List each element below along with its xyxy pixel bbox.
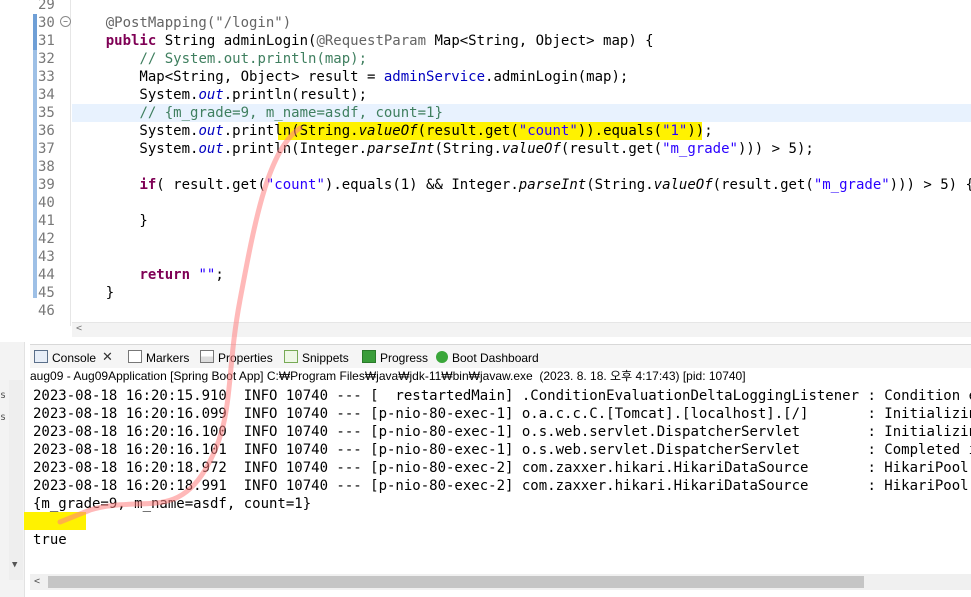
console-line: 2023-08-18 16:20:16.099 INFO 10740 --- [… [33,406,971,422]
console-line: 2023-08-18 16:20:18.991 INFO 10740 --- [… [33,478,971,494]
scroll-left-arrow-icon[interactable]: < [76,323,82,334]
scroll-left-arrow-icon[interactable]: < [34,576,40,587]
console-line: 2023-08-18 16:20:18.972 INFO 10740 --- [… [33,460,971,476]
line-number: 38 [38,159,55,175]
scroll-down-arrow-icon[interactable]: ▼ [12,560,17,570]
code-line[interactable] [72,248,971,266]
gutter-divider [70,0,71,326]
line-number: 42 [38,231,55,247]
code-line[interactable] [72,230,971,248]
console-line: 2023-08-18 16:20:16.100 INFO 10740 --- [… [33,424,971,440]
code-line[interactable]: if( result.get("count").equals(1) && Int… [72,176,971,194]
console-launch-header: aug09 - Aug09Application [Spring Boot Ap… [30,368,971,384]
code-line[interactable] [72,158,971,176]
code-line[interactable]: System.out.println(Integer.parseInt(Stri… [72,140,971,158]
snippets-icon [284,350,298,363]
console-yellow-highlight [24,512,86,530]
left-console-scrollbar[interactable] [9,380,23,580]
console-line: true [33,532,67,548]
change-marker [33,50,37,298]
line-number: 44 [38,267,55,283]
tab-progress[interactable]: Progress [362,349,428,367]
code-line[interactable] [72,194,971,212]
tab-boot-dashboard[interactable]: Boot Dashboard [436,349,539,367]
properties-icon [200,350,214,363]
console-output[interactable]: 2023-08-18 16:20:15.910 INFO 10740 --- [… [30,384,971,574]
line-number: 34 [38,87,55,103]
line-number: 41 [38,213,55,229]
fold-toggle-icon[interactable]: − [60,16,71,27]
console-icon [34,350,48,363]
line-number: 31 [38,33,55,49]
code-line[interactable]: } [72,284,971,302]
code-line[interactable]: public String adminLogin(@RequestParam M… [72,32,971,50]
tab-console[interactable]: Console [34,349,96,367]
code-line[interactable]: } [72,212,971,230]
line-number: 45 [38,285,55,301]
console-line: {m_grade=9, m_name=asdf, count=1} [33,496,312,512]
console-horizontal-scrollbar[interactable]: < [30,574,971,590]
view-tab-bar: Console ✕ Markers Properties Snippets Pr… [30,344,971,369]
tab-snippets[interactable]: Snippets [284,349,349,367]
line-number: 32 [38,51,55,67]
line-number: 29 [38,0,55,13]
code-line[interactable]: System.out.println(result); [72,86,971,104]
code-line[interactable] [72,302,971,320]
tab-markers[interactable]: Markers [128,349,189,367]
line-number: 37 [38,141,55,157]
change-marker [33,14,37,50]
scrollbar-thumb[interactable] [48,576,864,588]
line-number: 35 [38,105,55,121]
code-line[interactable]: System.out.println(String.valueOf(result… [72,122,971,140]
code-line[interactable]: // System.out.println(map); [72,50,971,68]
code-editor[interactable]: 29 30 31 32 33 34 35 36 37 38 39 40 41 42 43 44 45 46 @Po… [0,0,971,342]
console-line: 2023-08-18 16:20:16.101 INFO 10740 --- [… [33,442,971,458]
editor-horizontal-scrollbar[interactable]: < [72,322,971,337]
code-line[interactable]: // {m_grade=9, m_name=asdf, count=1} [72,104,971,122]
power-icon [436,351,448,363]
tab-properties[interactable]: Properties [200,349,273,367]
console-line: 2023-08-18 16:20:15.910 INFO 10740 --- [… [33,388,971,404]
line-number: 40 [38,195,55,211]
line-number: 36 [38,123,55,139]
line-number: 43 [38,249,55,265]
line-number: 33 [38,69,55,85]
close-icon[interactable]: ✕ [102,349,113,365]
line-number: 46 [38,303,55,319]
markers-icon [128,350,142,363]
line-number: 39 [38,177,55,193]
code-line[interactable]: Map<String, Object> result = adminServic… [72,68,971,86]
code-line[interactable]: @PostMapping("/login") [72,14,971,32]
code-line[interactable]: return ""; [72,266,971,284]
clipped-left-text: s s [0,390,7,423]
progress-icon [362,350,376,363]
code-line[interactable] [72,0,971,14]
